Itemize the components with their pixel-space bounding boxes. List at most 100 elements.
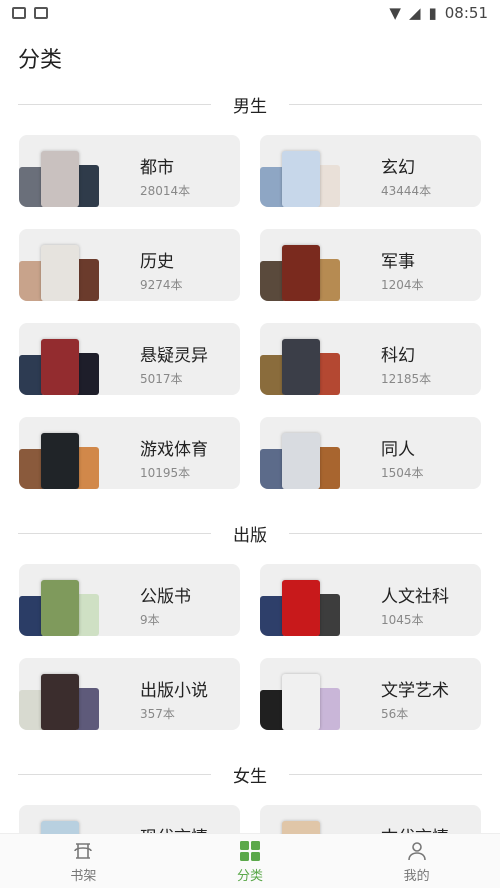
book-covers xyxy=(19,674,99,730)
book-cover-image xyxy=(282,151,320,207)
category-card[interactable]: 人文社科 1045本 xyxy=(260,564,481,636)
category-info: 同人 1504本 xyxy=(381,435,424,481)
tab-label: 分类 xyxy=(236,868,263,884)
page-title: 分类 xyxy=(18,48,63,73)
category-info: 悬疑灵异 5017本 xyxy=(140,341,208,387)
category-list[interactable]: 男生 都市 28014本 玄幻 43444本历史 9274本 军事 1204本悬疑灵异 501… xyxy=(0,84,500,834)
category-count: 5017本 xyxy=(140,372,183,386)
category-info: 公版书 9本 xyxy=(140,582,191,628)
category-card[interactable]: 都市 28014本 xyxy=(19,135,240,207)
category-info: 科幻 12185本 xyxy=(381,341,431,387)
section-title: 女生 xyxy=(233,767,267,787)
app-notification-icon xyxy=(34,7,48,19)
tab-label: 我的 xyxy=(403,868,430,884)
book-cover-image xyxy=(282,674,320,730)
category-info: 玄幻 43444本 xyxy=(381,153,431,199)
status-left xyxy=(12,7,48,19)
divider xyxy=(289,774,482,775)
section-title: 出版 xyxy=(233,526,267,546)
grid-icon xyxy=(239,840,260,861)
book-covers xyxy=(260,151,340,207)
book-covers xyxy=(19,339,99,395)
status-bar: ▼ ◢ ▮ 08:51 xyxy=(0,0,500,26)
book-cover-image xyxy=(282,339,320,395)
category-name: 同人 xyxy=(381,440,415,460)
category-card[interactable]: 出版小说 357本 xyxy=(19,658,240,730)
category-name: 文学艺术 xyxy=(381,681,449,701)
category-card[interactable]: 同人 1504本 xyxy=(260,417,481,489)
bottom-tab-bar: 书架 分类 我的 xyxy=(0,833,500,888)
section-publish: 出版 公版书 9本 人文社科 1045本出版小说 357本 文学艺术 56本 xyxy=(0,521,500,754)
category-name: 公版书 xyxy=(140,587,191,607)
book-covers xyxy=(19,245,99,301)
tab-label: 书架 xyxy=(70,868,97,884)
category-name: 科幻 xyxy=(381,346,415,366)
section-title: 男生 xyxy=(233,97,267,117)
category-card[interactable]: 文学艺术 56本 xyxy=(260,658,481,730)
image-notification-icon xyxy=(12,7,26,19)
category-count: 12185本 xyxy=(381,372,432,386)
category-card[interactable]: 科幻 12185本 xyxy=(260,323,481,395)
book-covers xyxy=(19,151,99,207)
category-card[interactable]: 军事 1204本 xyxy=(260,229,481,301)
category-info: 都市 28014本 xyxy=(140,153,190,199)
category-name: 悬疑灵异 xyxy=(140,346,208,366)
category-name: 历史 xyxy=(140,252,174,272)
category-count: 9本 xyxy=(140,613,160,627)
category-info: 人文社科 1045本 xyxy=(381,582,449,628)
signal-icon: ◢ xyxy=(408,4,421,22)
section-header: 出版 xyxy=(18,521,482,546)
tab-category[interactable]: 分类 xyxy=(200,839,300,884)
section-header: 男生 xyxy=(18,92,482,117)
category-name: 都市 xyxy=(140,158,174,178)
status-right: ▼ ◢ ▮ 08:51 xyxy=(389,4,488,22)
book-covers xyxy=(19,433,99,489)
category-count: 43444本 xyxy=(381,184,432,198)
section-female: 女生 现代言情古代言情 xyxy=(0,762,500,834)
category-card[interactable]: 公版书 9本 xyxy=(19,564,240,636)
category-info: 军事 1204本 xyxy=(381,247,424,293)
category-name: 游戏体育 xyxy=(140,440,208,460)
category-grid: 都市 28014本 玄幻 43444本历史 9274本 军事 1204本悬疑灵异 5017本 科… xyxy=(0,135,500,513)
status-time: 08:51 xyxy=(444,4,488,22)
book-cover-image xyxy=(41,151,79,207)
category-name: 军事 xyxy=(381,252,415,272)
book-cover-image xyxy=(41,339,79,395)
book-cover-image xyxy=(41,674,79,730)
category-card[interactable]: 玄幻 43444本 xyxy=(260,135,481,207)
category-card[interactable]: 游戏体育 10195本 xyxy=(19,417,240,489)
category-info: 出版小说 357本 xyxy=(140,676,208,722)
section-header: 女生 xyxy=(18,762,482,787)
divider xyxy=(18,533,211,534)
book-covers xyxy=(260,339,340,395)
tab-bookshelf[interactable]: 书架 xyxy=(33,839,133,884)
category-count: 1204本 xyxy=(381,278,424,292)
book-cover-image xyxy=(282,433,320,489)
divider xyxy=(289,533,482,534)
book-cover-image xyxy=(282,580,320,636)
category-count: 9274本 xyxy=(140,278,183,292)
category-card[interactable]: 现代言情 xyxy=(19,805,240,834)
category-card[interactable]: 历史 9274本 xyxy=(19,229,240,301)
book-cover-image xyxy=(41,433,79,489)
book-cover-image xyxy=(41,580,79,636)
category-count: 28014本 xyxy=(140,184,191,198)
user-icon xyxy=(407,841,426,860)
book-cover-image xyxy=(282,245,320,301)
tab-mine[interactable]: 我的 xyxy=(367,839,467,884)
category-card[interactable]: 悬疑灵异 5017本 xyxy=(19,323,240,395)
book-covers xyxy=(260,245,340,301)
category-info: 文学艺术 56本 xyxy=(381,676,449,722)
divider xyxy=(18,774,211,775)
book-covers xyxy=(19,580,99,636)
divider xyxy=(289,104,482,105)
book-covers xyxy=(260,674,340,730)
category-grid: 现代言情古代言情 xyxy=(0,805,500,834)
battery-icon: ▮ xyxy=(428,4,437,22)
category-info: 历史 9274本 xyxy=(140,247,183,293)
divider xyxy=(18,104,211,105)
category-grid: 公版书 9本 人文社科 1045本出版小说 357本 文学艺术 56本 xyxy=(0,564,500,754)
category-count: 357本 xyxy=(140,707,175,721)
book-cover-image xyxy=(282,821,320,834)
category-card[interactable]: 古代言情 xyxy=(260,805,481,834)
